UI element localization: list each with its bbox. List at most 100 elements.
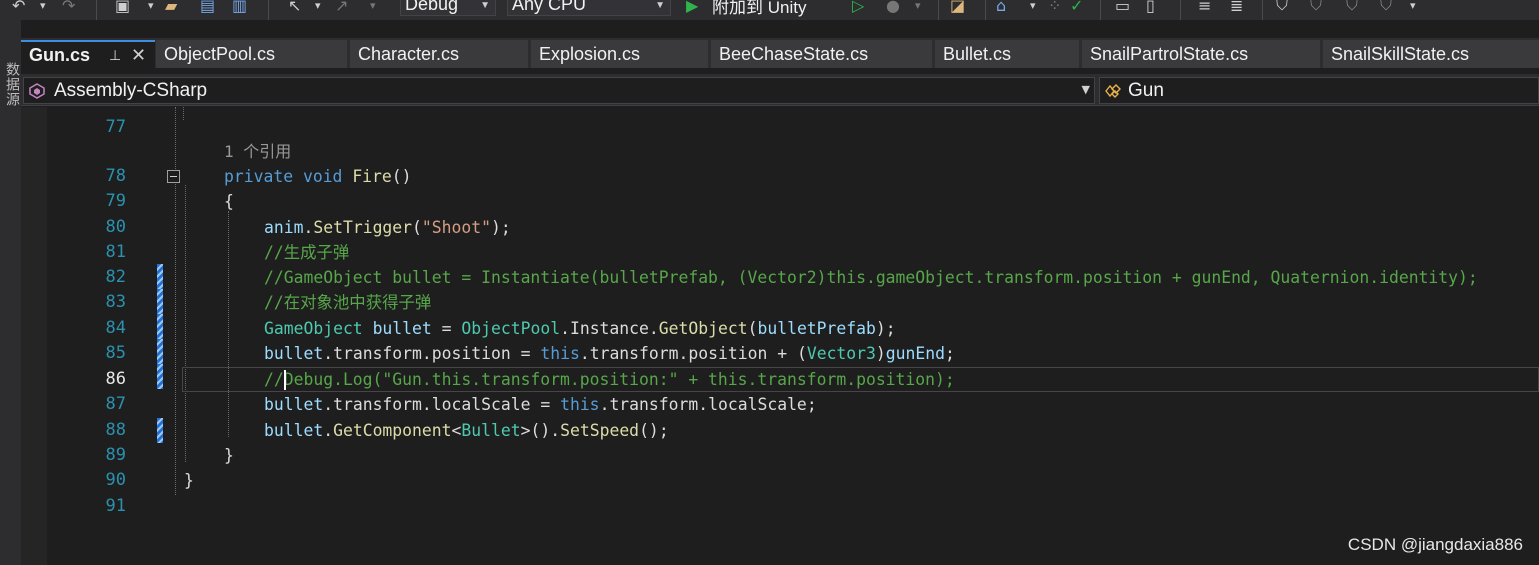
redo-dropdown-icon[interactable]: ▾ xyxy=(370,0,376,16)
tab-label: Bullet.cs xyxy=(943,44,1012,64)
method-name: SetTrigger xyxy=(313,218,413,237)
line-number: 82 xyxy=(105,267,126,287)
code-line: 84 GameObject bullet = ObjectPool.Instan… xyxy=(21,316,1539,341)
identifier: transform xyxy=(333,344,422,363)
chevron-down-icon: ▼ xyxy=(655,0,665,11)
punctuation: . xyxy=(421,395,432,414)
hot-reload-dropdown-icon[interactable]: ▾ xyxy=(915,0,921,16)
punctuation: . xyxy=(698,395,709,414)
tab-bullet-cs[interactable]: Bullet.cs xyxy=(935,40,1079,68)
undo-icon[interactable]: ↖ xyxy=(288,0,301,16)
stepping-icon[interactable]: ⁘ xyxy=(1048,0,1061,16)
toolbar-separator xyxy=(1262,0,1263,20)
string-literal: "Shoot" xyxy=(421,218,491,237)
type-name: ObjectPool xyxy=(461,319,561,338)
pin-icon[interactable]: ⊥ xyxy=(109,42,121,68)
line-number: 91 xyxy=(105,496,126,516)
close-icon[interactable]: ✕ xyxy=(131,42,146,68)
new-project-icon[interactable]: ▣ xyxy=(115,0,130,16)
start-debug-icon[interactable]: ▶ xyxy=(686,0,698,16)
code-text: bullet.transform.position = this.transfo… xyxy=(264,341,955,366)
find-in-files-icon[interactable]: ◪ xyxy=(950,0,965,16)
toolbar-dropdown-icon[interactable]: ▾ xyxy=(1030,0,1036,16)
back-dropdown-icon[interactable]: ▾ xyxy=(40,0,46,16)
start-without-debug-icon[interactable]: ▷ xyxy=(852,0,864,16)
code-text: { xyxy=(224,192,234,211)
code-line: 83 //在对象池中获得子弹 xyxy=(21,290,1539,315)
punctuation: ; xyxy=(885,319,896,338)
bookmark-icon[interactable]: ⛉ xyxy=(1276,0,1288,16)
back-navigation-icon[interactable]: ↶ xyxy=(12,0,25,16)
punctuation: () xyxy=(391,167,412,186)
tab-gun-cs[interactable]: Gun.cs ⊥ ✕ xyxy=(21,40,155,68)
operator: = xyxy=(431,319,462,338)
configuration-value: Debug xyxy=(405,0,459,14)
tab-objectpool-cs[interactable]: ObjectPool.cs xyxy=(156,40,347,68)
new-dropdown-icon[interactable]: ▾ xyxy=(148,0,154,16)
tab-label: BeeChaseState.cs xyxy=(719,44,869,64)
data-sources-tab[interactable]: 数据源 xyxy=(2,62,22,107)
method-name: SetSpeed xyxy=(560,421,640,440)
line-number: 77 xyxy=(105,117,126,137)
tab-character-cs[interactable]: Character.cs xyxy=(350,40,528,68)
line-number: 85 xyxy=(105,343,126,363)
save-all-icon[interactable]: ▥ xyxy=(232,0,247,16)
identifier: localScale xyxy=(708,395,807,414)
solution-platform-select[interactable]: Any CPU ▼ xyxy=(507,0,671,16)
hot-reload-icon[interactable]: ● xyxy=(886,0,900,16)
codelens-line: 1 个引用 xyxy=(21,139,1539,164)
forward-navigation-icon[interactable]: ↷ xyxy=(62,0,75,16)
comment-lines-icon[interactable]: ▭ xyxy=(1115,0,1130,16)
clear-bookmarks-icon[interactable]: ⛉ xyxy=(1380,0,1392,16)
solution-configuration-select[interactable]: Debug ▼ xyxy=(400,0,496,16)
punctuation: . xyxy=(678,344,689,363)
tab-snailskillstate-cs[interactable]: SnailSkillState.cs xyxy=(1323,40,1539,68)
increase-indent-icon[interactable]: ≣ xyxy=(1230,0,1243,16)
line-number: 87 xyxy=(105,394,126,414)
line-number: 90 xyxy=(105,470,126,490)
punctuation: . xyxy=(599,395,610,414)
punctuation: . xyxy=(323,421,334,440)
code-line: 77 xyxy=(21,115,1539,140)
punctuation: . xyxy=(421,344,432,363)
comment: //Debug.Log("Gun.this.transform.position… xyxy=(264,370,955,389)
next-bookmark-icon[interactable]: ⛉ xyxy=(1346,0,1358,16)
solution-explorer-icon[interactable]: ⌂ xyxy=(996,0,1006,16)
undo-dropdown-icon[interactable]: ▾ xyxy=(315,0,321,16)
comment: //在对象池中获得子弹 xyxy=(264,293,432,312)
code-editor[interactable]: 77 1 个引用 78 private void Fire() 79 { 80 … xyxy=(21,107,1539,565)
toolbar-overflow-icon[interactable]: ▾ xyxy=(1410,0,1416,16)
tab-snailpartrolstate-cs[interactable]: SnailPartrolState.cs xyxy=(1082,40,1320,68)
tab-label: Character.cs xyxy=(358,44,460,64)
decrease-indent-icon[interactable]: ≡ xyxy=(1198,0,1211,16)
identifier: gunEnd xyxy=(885,344,945,363)
tab-beechasestate-cs[interactable]: BeeChaseState.cs xyxy=(711,40,932,68)
method-name: GetObject xyxy=(658,319,748,338)
checkmark-icon[interactable]: ✓ xyxy=(1070,0,1083,16)
punctuation: ) xyxy=(875,344,886,363)
punctuation: . xyxy=(323,344,334,363)
punctuation: > xyxy=(520,421,531,440)
class-dropdown[interactable]: Gun xyxy=(1099,77,1539,104)
project-dropdown[interactable]: Assembly-CSharp ▼ xyxy=(23,77,1095,104)
identifier: position xyxy=(431,344,511,363)
attach-unity-button[interactable]: 附加到 Unity xyxy=(712,0,806,17)
code-line: 91 xyxy=(21,494,1539,519)
open-folder-icon[interactable]: ▰ xyxy=(165,0,177,16)
operator: = xyxy=(510,344,541,363)
tab-explosion-cs[interactable]: Explosion.cs xyxy=(531,40,708,68)
line-number: 81 xyxy=(105,242,126,262)
uncomment-lines-icon[interactable]: ▯ xyxy=(1146,0,1155,16)
save-icon[interactable]: ▤ xyxy=(200,0,215,16)
code-line: 88 bullet.GetComponent<Bullet>().SetSpee… xyxy=(21,418,1539,443)
type-name: Vector3 xyxy=(806,344,876,363)
redo-icon[interactable]: ↗ xyxy=(335,0,348,16)
previous-bookmark-icon[interactable]: ⛉ xyxy=(1310,0,1322,16)
tab-label: SnailSkillState.cs xyxy=(1331,44,1470,64)
operator: = xyxy=(530,395,561,414)
code-text: bullet.GetComponent<Bullet>().SetSpeed()… xyxy=(264,418,669,443)
punctuation: ; xyxy=(806,395,817,414)
references-codelens[interactable]: 1 个引用 xyxy=(224,139,291,164)
